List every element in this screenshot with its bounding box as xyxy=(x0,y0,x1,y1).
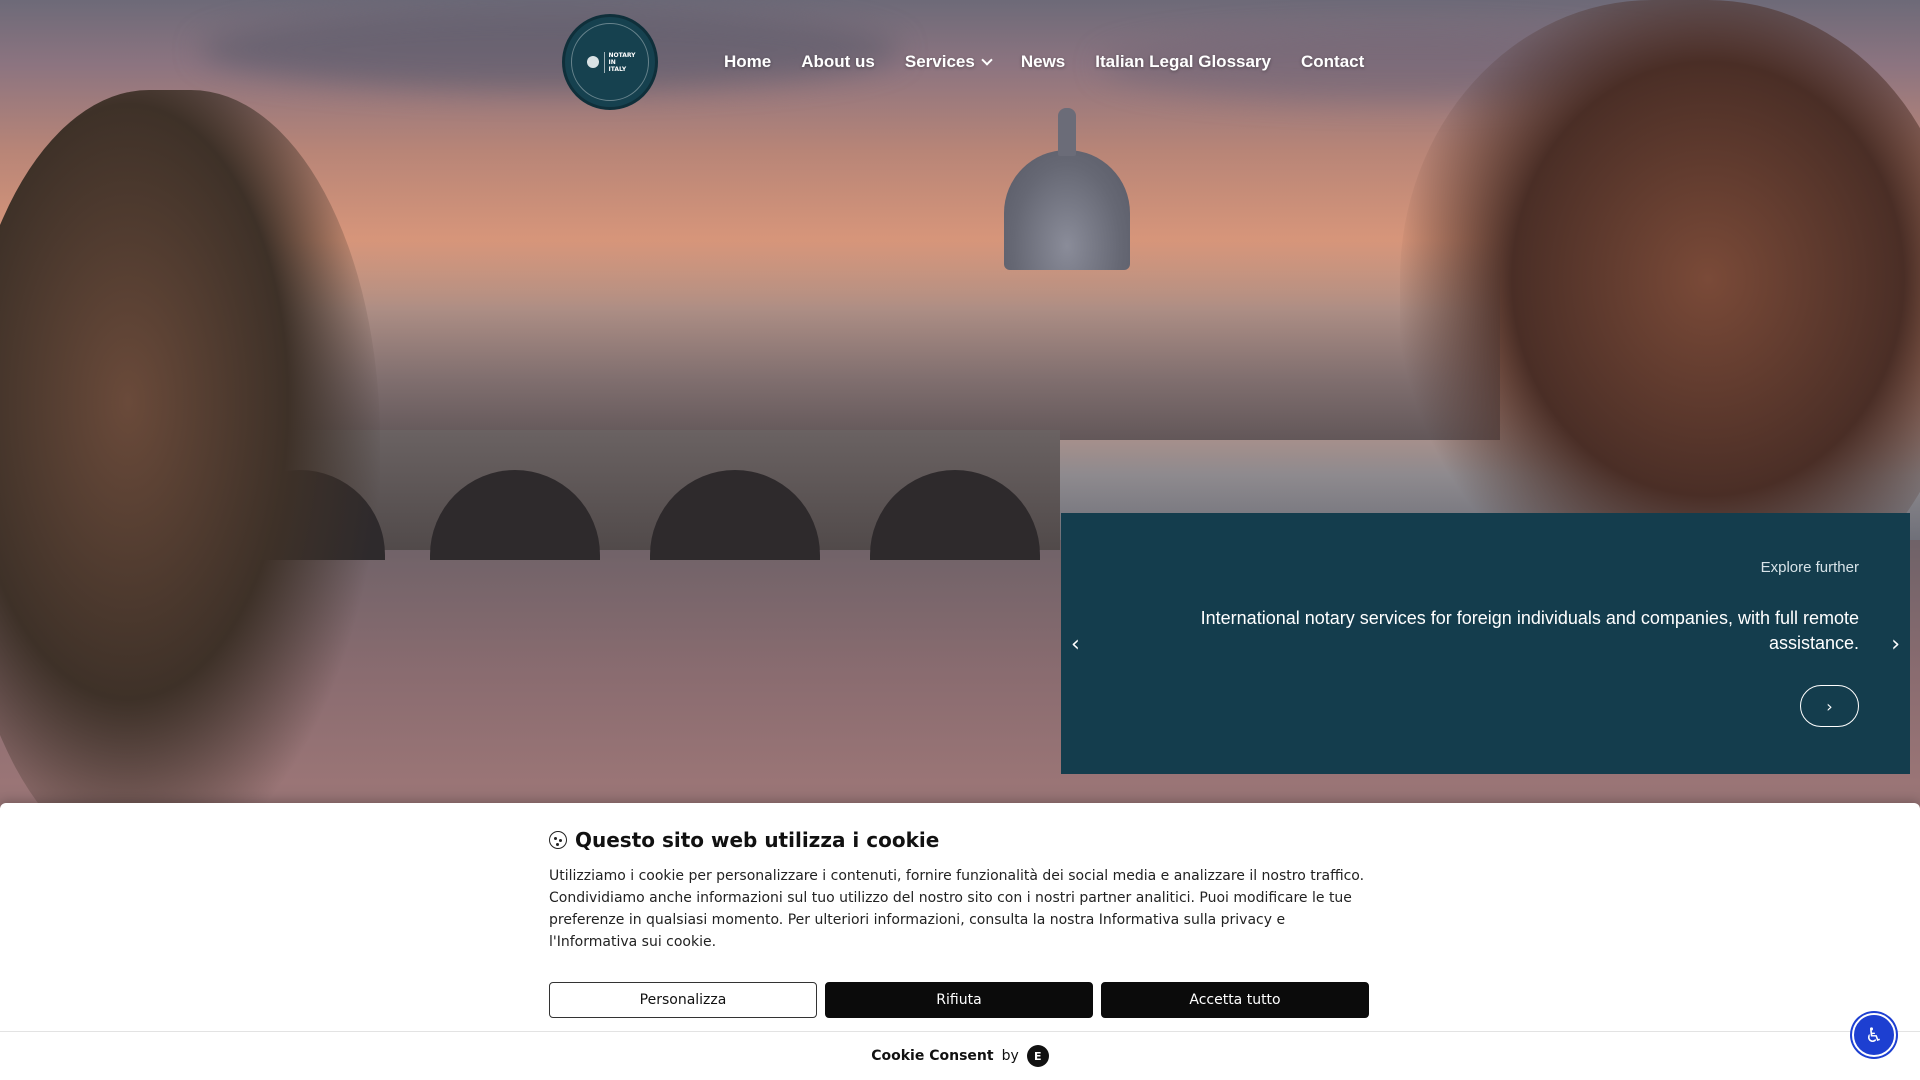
cookie-description: Utilizziamo i cookie per personalizzare … xyxy=(549,868,1365,950)
cookie-button-row: Personalizza Rifiuta Accetta tutto xyxy=(549,982,1369,1018)
accept-all-button[interactable]: Accetta tutto xyxy=(1101,982,1369,1018)
cookie-title: Questo sito web utilizza i cookie xyxy=(549,828,939,852)
slide-eyebrow: Explore further xyxy=(1760,559,1859,576)
customize-button[interactable]: Personalizza xyxy=(549,982,817,1018)
slide-prev-arrow-icon[interactable]: ‹ xyxy=(1071,632,1080,657)
slide-text: International notary services for foreig… xyxy=(1200,608,1859,653)
accessibility-icon: ♿ xyxy=(1865,1023,1883,1047)
logo-emblem-icon xyxy=(586,56,599,68)
trees-left xyxy=(0,90,380,870)
chevron-right-icon: › xyxy=(1826,696,1833,716)
slide-next-arrow-icon[interactable]: › xyxy=(1891,632,1900,657)
nav-services[interactable]: Services xyxy=(904,52,993,72)
logo-text: NOTARY IN ITALY xyxy=(603,51,636,73)
accessibility-button[interactable]: ♿ xyxy=(1852,1013,1896,1057)
logo-badge: NOTARY IN ITALY xyxy=(571,23,649,101)
main-nav: Home About us Services News Italian Lega… xyxy=(724,52,1364,72)
slide-cta-button[interactable]: › xyxy=(1800,685,1859,727)
chevron-down-icon xyxy=(981,53,993,66)
site-logo[interactable]: NOTARY IN ITALY xyxy=(562,14,658,110)
cookie-consent-brand[interactable]: Cookie Consent xyxy=(871,1048,993,1064)
cookie-footer: Cookie Consent by E xyxy=(0,1031,1920,1080)
cloud xyxy=(200,10,900,90)
basilica-dome xyxy=(1004,150,1130,270)
nav-italian-legal-glossary[interactable]: Italian Legal Glossary xyxy=(1095,52,1271,72)
nav-services-label: Services xyxy=(904,52,975,71)
cookie-by-label: by xyxy=(1001,1048,1019,1064)
cookie-consent-banner: Questo sito web utilizza i cookie Utiliz… xyxy=(0,803,1920,1080)
logo-line: IN xyxy=(608,58,616,66)
nav-home[interactable]: Home xyxy=(724,52,771,72)
brand-logo-icon[interactable]: E xyxy=(1026,1045,1049,1067)
dome-lantern xyxy=(1058,108,1076,156)
nav-news[interactable]: News xyxy=(1021,52,1065,72)
hero-slide-panel: ‹ › Explore further International notary… xyxy=(1061,513,1910,774)
logo-line: NOTARY xyxy=(608,51,636,59)
nav-about-us[interactable]: About us xyxy=(801,52,875,72)
nav-contact[interactable]: Contact xyxy=(1301,52,1364,72)
reject-button[interactable]: Rifiuta xyxy=(825,982,1093,1018)
logo-line: ITALY xyxy=(608,65,627,73)
cookie-icon xyxy=(549,831,567,849)
cookie-title-text: Questo sito web utilizza i cookie xyxy=(575,828,940,852)
